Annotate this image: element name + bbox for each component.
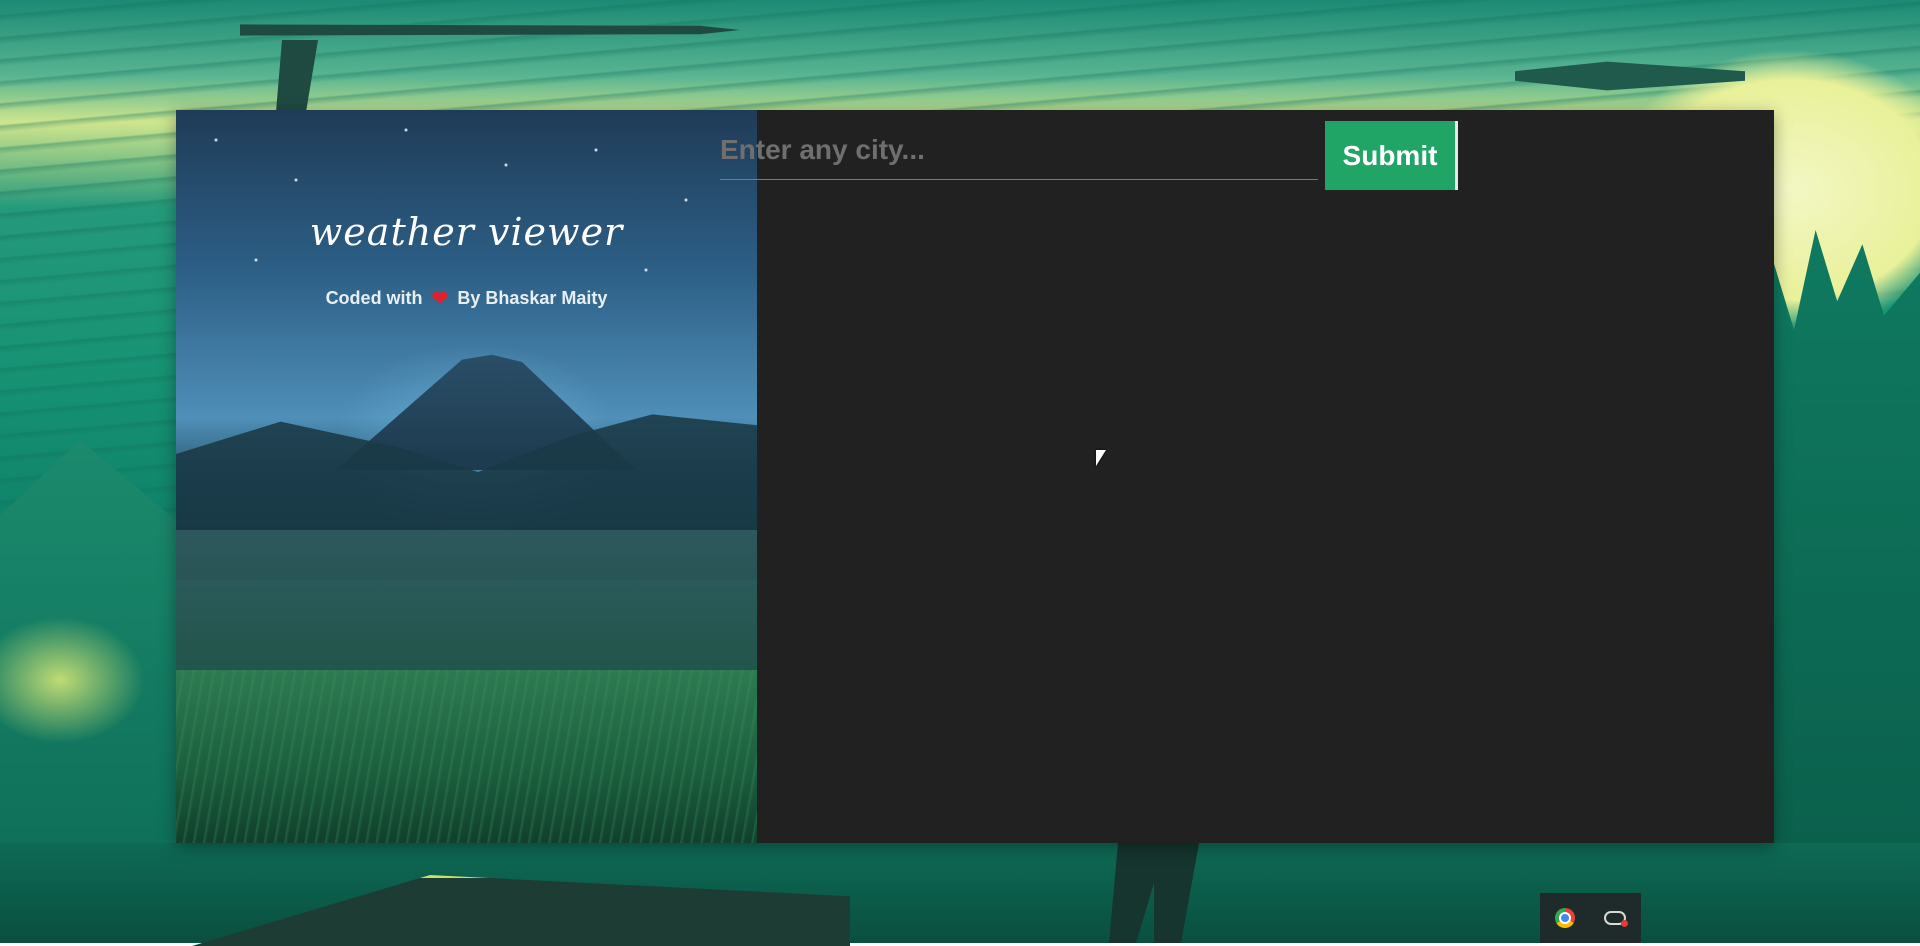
hero-panel: weather viewer Coded with ❤ By Bhaskar M… — [176, 110, 757, 843]
chrome-icon[interactable] — [1554, 908, 1575, 928]
credit-prefix: Coded with — [325, 288, 423, 308]
heart-icon: ❤ — [431, 288, 449, 310]
credit-line: Coded with ❤ By Bhaskar Maity — [176, 286, 757, 311]
game-controller-icon[interactable] — [1604, 911, 1629, 927]
cursor-icon — [1096, 450, 1106, 466]
search-panel — [757, 110, 1774, 843]
credit-author: By Bhaskar Maity — [457, 288, 608, 308]
app-title: weather viewer — [309, 210, 624, 254]
weather-app-card: weather viewer Coded with ❤ By Bhaskar M… — [176, 110, 1774, 843]
city-search-input[interactable] — [720, 120, 1318, 180]
system-tray — [1540, 893, 1641, 943]
grass-image — [176, 670, 757, 843]
submit-button[interactable]: Submit — [1325, 121, 1458, 190]
